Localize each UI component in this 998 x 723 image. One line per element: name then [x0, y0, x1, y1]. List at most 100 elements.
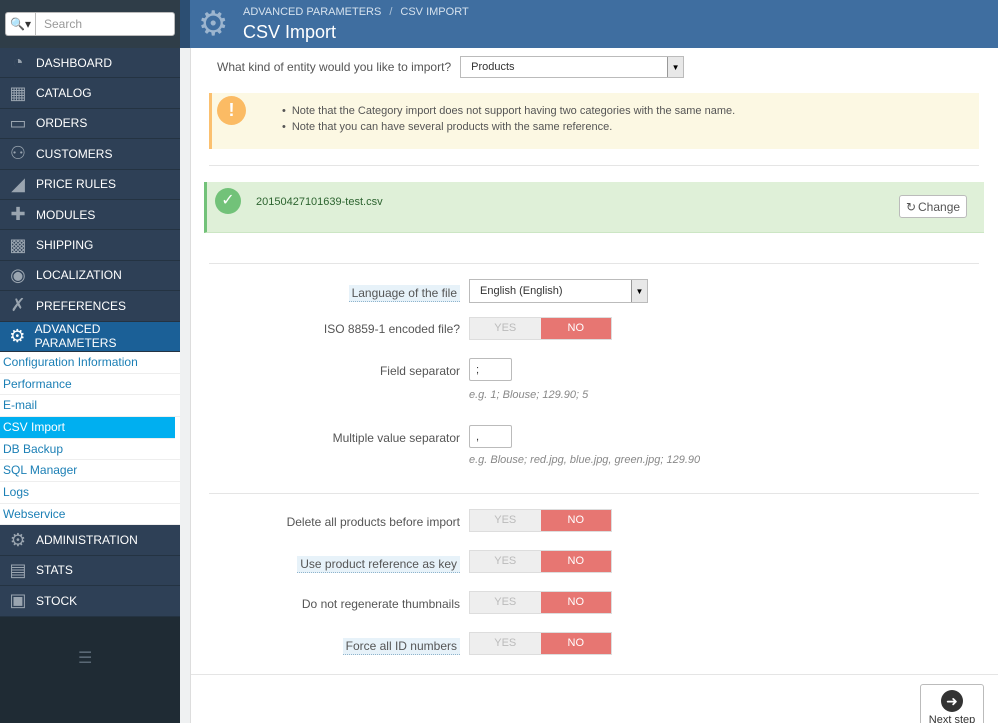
menu-item-label: ORDERS	[36, 116, 88, 131]
menu-item-label: DASHBOARD	[36, 55, 113, 70]
menu-item-catalog[interactable]: ▦ CATALOG	[0, 78, 180, 109]
toggle-yes[interactable]: YES	[470, 592, 541, 613]
menu-item-label: STATS	[36, 563, 73, 578]
menu-item-orders[interactable]: ▭ ORDERS	[0, 108, 180, 140]
field-separator-help: e.g. 1; Blouse; 129.90; 5	[469, 389, 589, 401]
sidebar: 🔍▾ ◔ DASHBOARD ▦ CATALOG ▭ ORDERS ⚇ CUSTOMER…	[0, 0, 180, 723]
uploaded-file-name: 20150427101639-test.csv	[256, 196, 383, 208]
dashboard-icon: ◔	[12, 52, 24, 73]
force-ids-toggle[interactable]: YES NO	[469, 632, 612, 655]
toggle-yes[interactable]: YES	[470, 551, 541, 572]
breadcrumb-separator: /	[389, 6, 393, 18]
menu-item-label: PRICE RULES	[36, 177, 117, 192]
breadcrumb-item-advanced-parameters[interactable]: ADVANCED PARAMETERS	[243, 6, 381, 18]
submenu-item-logs[interactable]: Logs	[0, 482, 180, 504]
menu-item-preferences[interactable]: ✗ PREFERENCES	[0, 291, 180, 322]
regenerate-thumbnails-toggle[interactable]: YES NO	[469, 591, 612, 614]
delete-products-label: Delete all products before import	[286, 515, 460, 529]
globe-icon: ◉	[10, 264, 26, 285]
truck-icon: ▩	[9, 234, 27, 255]
warning-list: Note that the Category import does not s…	[282, 105, 735, 137]
puzzle-icon: ✚	[10, 204, 26, 225]
submenu-item-sql-manager[interactable]: SQL Manager	[0, 460, 180, 483]
entity-row: What kind of entity would you like to im…	[217, 56, 685, 78]
entity-select-value: Products	[471, 61, 515, 73]
iso-encoding-toggle[interactable]: YES NO	[469, 317, 612, 340]
language-select-value: English (English)	[480, 285, 563, 297]
search-input[interactable]	[35, 12, 175, 36]
toggle-yes[interactable]: YES	[470, 633, 541, 654]
toggle-no[interactable]: NO	[540, 551, 611, 572]
menu-item-dashboard[interactable]: ◔ DASHBOARD	[0, 48, 180, 79]
menu-item-advanced-parameters[interactable]: ⚙ ADVANCED PARAMETERS	[0, 321, 180, 352]
submenu-item-performance[interactable]: Performance	[0, 374, 180, 396]
menu-item-label: STOCK	[36, 593, 78, 608]
menu-item-label: LOCALIZATION	[36, 268, 122, 283]
entity-label: What kind of entity would you like to im…	[217, 60, 452, 74]
sidebar-collapse-icon[interactable]: ☰	[78, 648, 92, 668]
iso-encoding-label: ISO 8859-1 encoded file?	[323, 322, 460, 336]
menu-item-label: CUSTOMERS	[36, 146, 113, 161]
regenerate-thumbnails-label: Do not regenerate thumbnails	[301, 597, 460, 611]
search-bar: 🔍▾	[0, 0, 180, 48]
multiple-separator-label: Multiple value separator	[332, 431, 460, 445]
breadcrumb-item-csv-import[interactable]: CSV IMPORT	[400, 6, 468, 18]
submenu-item-db-backup[interactable]: DB Backup	[0, 439, 180, 461]
submenu-item-email[interactable]: E-mail	[0, 395, 180, 417]
reference-key-toggle[interactable]: YES NO	[469, 550, 612, 573]
submenu-item-csv-import[interactable]: CSV Import	[0, 416, 175, 439]
main-content: What kind of entity would you like to im…	[180, 48, 998, 723]
menu-item-stats[interactable]: ▤ STATS	[0, 555, 180, 587]
multiple-separator-help: e.g. Blouse; red.jpg, blue.jpg, green.jp…	[469, 454, 701, 466]
tag-icon: ◢	[11, 173, 25, 194]
toggle-no[interactable]: NO	[540, 318, 611, 339]
menu-item-label: MODULES	[36, 207, 96, 222]
menu-item-modules[interactable]: ✚ MODULES	[0, 199, 180, 231]
force-ids-label: Force all ID numbers	[342, 638, 460, 655]
next-step-label: Next step	[928, 714, 976, 723]
credit-card-icon: ▭	[9, 112, 27, 133]
change-file-button[interactable]: ↻ Change	[899, 195, 967, 218]
language-label: Language of the file	[348, 285, 460, 302]
menu-item-administration[interactable]: ⚙ ADMINISTRATION	[0, 525, 180, 556]
toggle-no[interactable]: NO	[540, 633, 611, 654]
menu-item-customers[interactable]: ⚇ CUSTOMERS	[0, 139, 180, 170]
main-menu-bottom: ⚙ ADMINISTRATION ▤ STATS ▣ STOCK	[0, 525, 180, 617]
check-icon: ✓	[215, 188, 241, 214]
warning-note: Note that the Category import does not s…	[282, 105, 735, 121]
menu-item-label: ADVANCED PARAMETERS	[34, 322, 117, 351]
arrow-right-icon: ➜	[941, 690, 963, 712]
advanced-parameters-submenu: Configuration Information Performance E-…	[0, 351, 180, 526]
toggle-yes[interactable]: YES	[470, 510, 541, 531]
menu-item-stock[interactable]: ▣ STOCK	[0, 586, 180, 617]
menu-item-price-rules[interactable]: ◢ PRICE RULES	[0, 169, 180, 200]
search-icon: 🔍▾	[10, 17, 31, 31]
toggle-no[interactable]: NO	[540, 510, 611, 531]
menu-item-localization[interactable]: ◉ LOCALIZATION	[0, 260, 180, 292]
next-step-button[interactable]: ➜ Next step	[920, 684, 984, 723]
field-separator-label: Field separator	[379, 364, 460, 378]
toggle-yes[interactable]: YES	[470, 318, 541, 339]
language-select[interactable]: English (English) ▼	[469, 279, 648, 303]
refresh-icon: ↻	[905, 199, 916, 214]
menu-item-label: SHIPPING	[36, 238, 94, 253]
multiple-separator-input[interactable]	[469, 425, 512, 448]
divider	[209, 165, 979, 166]
archive-icon: ▣	[9, 590, 27, 611]
toggle-no[interactable]: NO	[540, 592, 611, 613]
delete-products-toggle[interactable]: YES NO	[469, 509, 612, 532]
divider	[191, 674, 998, 675]
menu-item-label: ADMINISTRATION	[36, 533, 138, 548]
page-title: CSV Import	[243, 22, 337, 42]
divider	[209, 263, 979, 264]
submenu-item-webservice[interactable]: Webservice	[0, 504, 180, 526]
menu-item-shipping[interactable]: ▩ SHIPPING	[0, 230, 180, 261]
field-separator-input[interactable]	[469, 358, 512, 381]
submenu-item-configuration-information[interactable]: Configuration Information	[0, 352, 180, 374]
entity-select[interactable]: Products ▼	[460, 56, 685, 78]
search-dropdown-button[interactable]: 🔍▾	[5, 12, 35, 36]
cogs-icon: ⚙	[9, 325, 26, 346]
book-icon: ▦	[9, 82, 27, 103]
users-icon: ⚇	[9, 143, 27, 164]
dropdown-arrow-icon: ▼	[631, 280, 647, 302]
